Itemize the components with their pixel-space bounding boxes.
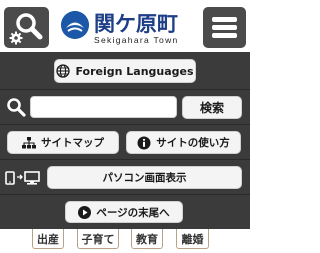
search-input[interactable] — [30, 96, 177, 118]
globe-icon — [56, 64, 71, 78]
pc-view-label: パソコン画面表示 — [102, 172, 187, 184]
foreign-languages-button[interactable]: Foreign Languages — [54, 59, 196, 83]
header: 関ケ原町 Sekigahara Town — [0, 0, 250, 52]
info-icon — [137, 136, 151, 150]
sitemap-button[interactable]: サイトマップ — [7, 131, 119, 154]
search-settings-icon — [9, 13, 43, 45]
divider — [0, 194, 250, 195]
divider — [0, 159, 250, 160]
category-strip: 出産 子育て 教育 離婚 — [0, 229, 250, 253]
sitemap-icon — [22, 136, 36, 149]
pc-view-button[interactable]: パソコン画面表示 — [47, 166, 242, 189]
page-end-button[interactable]: ページの末尾へ — [65, 201, 183, 223]
search-icon — [6, 97, 26, 121]
search-settings-button[interactable] — [4, 7, 49, 48]
category-tile[interactable]: 教育 — [131, 229, 163, 249]
how-to-use-button[interactable]: サイトの使い方 — [126, 131, 241, 154]
town-emblem-icon[interactable] — [61, 11, 89, 39]
category-tile[interactable]: 子育て — [77, 229, 119, 249]
category-tile[interactable]: 離婚 — [176, 229, 209, 249]
search-submit-label: 検索 — [199, 101, 224, 115]
page-end-label: ページの末尾へ — [96, 206, 170, 219]
how-to-use-label: サイトの使い方 — [156, 137, 230, 149]
divider — [0, 89, 250, 90]
search-submit-button[interactable]: 検索 — [182, 96, 242, 119]
mobile-pc-icon — [5, 170, 41, 190]
category-tile[interactable]: 出産 — [32, 229, 64, 249]
site-name-romaji: Sekigahara Town — [94, 35, 179, 45]
divider — [0, 124, 250, 125]
foreign-languages-label: Foreign Languages — [75, 64, 194, 78]
sitemap-label: サイトマップ — [41, 137, 104, 149]
play-icon — [78, 205, 92, 219]
site-name[interactable]: 関ケ原町 — [94, 8, 178, 38]
menu-button[interactable] — [203, 7, 246, 48]
